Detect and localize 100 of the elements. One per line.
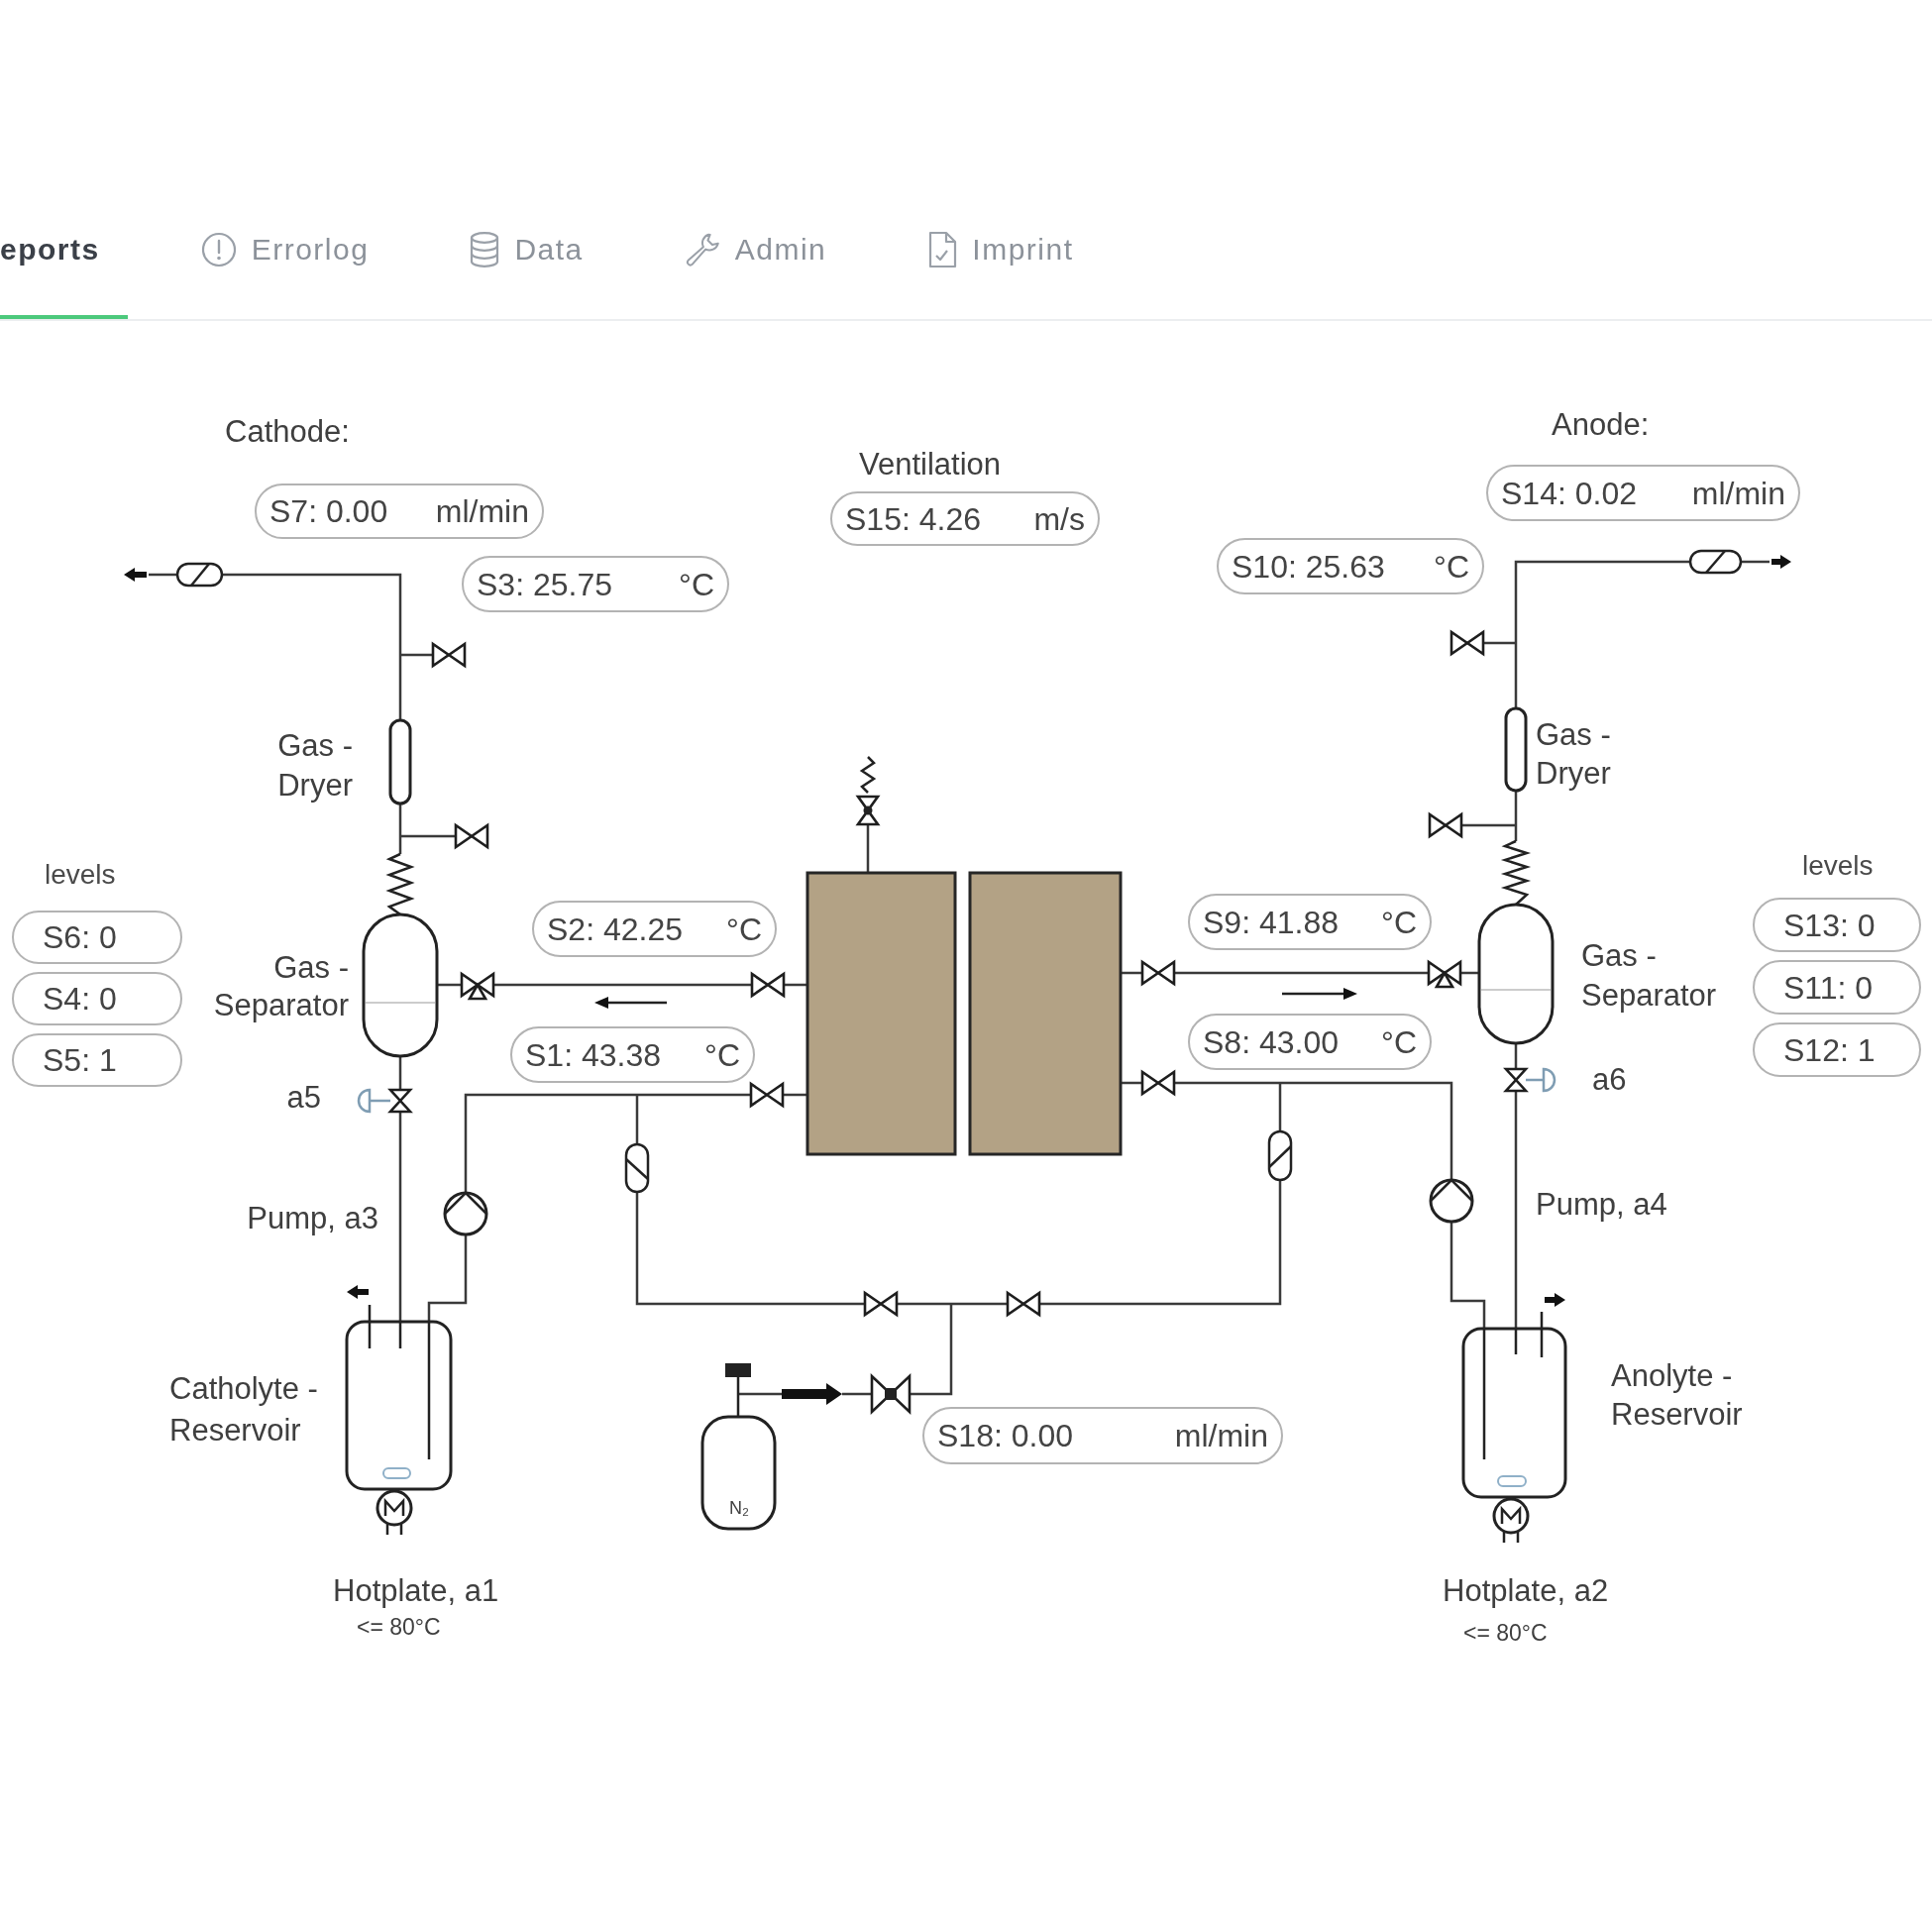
stir-bar-icon <box>382 1467 411 1479</box>
hotplate-icon <box>376 1489 413 1537</box>
flow-meter-icon <box>175 562 224 588</box>
arrow-icon <box>347 1285 369 1299</box>
pump-label: Pump, a3 <box>247 1201 378 1235</box>
gas-dryer-label: Gas - Dryer <box>1536 717 1611 791</box>
pump-label: Pump, a4 <box>1536 1187 1667 1222</box>
valve-label: a6 <box>1592 1062 1627 1097</box>
pipe <box>1741 560 1770 564</box>
unit-label: m/s <box>1033 500 1085 537</box>
sensor-value: S3: 25.75 <box>477 566 612 602</box>
actuated-valve-icon <box>1503 1067 1556 1093</box>
tab[interactable]: Errorlog <box>172 212 397 319</box>
unit-label: °C <box>1381 904 1417 940</box>
flow-arrow <box>782 1383 842 1405</box>
pipe <box>1460 971 1479 975</box>
sensor-value: S10: 25.63 <box>1232 548 1385 585</box>
valve-icon <box>1006 1290 1041 1318</box>
valve-icon <box>750 971 786 999</box>
coil-icon <box>385 852 415 915</box>
level-readout: S4: 0 <box>12 972 182 1025</box>
hotplate-icon <box>1492 1497 1530 1545</box>
tab[interactable]: Imprint <box>900 212 1102 319</box>
gas-separator-label: Gas - Separator <box>213 950 349 1022</box>
valve-icon <box>863 1290 899 1318</box>
control-valve-icon <box>870 1372 912 1416</box>
section-title: Anode: <box>1552 407 1650 442</box>
pipe <box>437 983 462 987</box>
pipe <box>738 1392 782 1396</box>
unit-label: °C <box>704 1036 740 1073</box>
exclamation-circle-icon <box>200 232 237 268</box>
stir-bar-icon <box>1497 1475 1527 1487</box>
gas-separator-label: Gas - Separator <box>1581 938 1717 1013</box>
level-readout: S13: 0 <box>1753 898 1921 952</box>
temperature-limit-label: <= 80°C <box>1463 1620 1548 1646</box>
flow-meter-icon <box>624 1142 650 1194</box>
level-readout: S12: 1 <box>1753 1022 1921 1077</box>
valve-icon <box>1140 959 1176 987</box>
unit-label: °C <box>726 911 762 947</box>
bottle-label: N₂ <box>729 1498 749 1518</box>
section-title: Ventilation <box>859 447 1002 482</box>
hotplate-label: Hotplate, a1 <box>333 1573 499 1608</box>
levels-title: levels <box>45 859 116 890</box>
pipe <box>1121 1081 1142 1085</box>
hotplate-label: Hotplate, a2 <box>1443 1573 1609 1608</box>
coil-icon <box>1500 839 1532 906</box>
pipe <box>149 573 177 577</box>
valve-icon <box>460 971 495 1001</box>
sensor-value: S1: 43.38 <box>525 1036 661 1073</box>
wrench-icon <box>684 232 720 268</box>
valve-label: a5 <box>286 1080 321 1115</box>
flow-meter-icon <box>1688 549 1743 575</box>
document-icon <box>927 231 958 268</box>
unit-label: °C <box>1434 548 1469 585</box>
valve-icon <box>749 1081 785 1109</box>
unit-label: ml/min <box>435 493 529 529</box>
level-readout: S11: 0 <box>1753 960 1921 1015</box>
valve-icon <box>431 641 467 669</box>
reservoir-label: Catholyte - Reservoir <box>169 1371 318 1448</box>
tab[interactable]: eports <box>0 212 128 319</box>
flow-meter-icon <box>1267 1129 1293 1182</box>
sensor-value: S18: 0.00 <box>937 1418 1073 1453</box>
tab[interactable]: Data <box>442 212 611 319</box>
database-icon <box>470 232 500 268</box>
levels-title: levels <box>1802 850 1874 881</box>
unit-label: °C <box>1381 1023 1417 1060</box>
sensor-value: S9: 41.88 <box>1203 904 1339 940</box>
valve-icon <box>454 822 489 850</box>
valve-icon <box>1449 629 1485 657</box>
unit-label: °C <box>679 566 714 602</box>
pipe <box>1121 971 1142 975</box>
sensor-value: S14: 0.02 <box>1501 475 1637 511</box>
tab[interactable]: Admin <box>656 212 855 319</box>
valve-icon <box>1428 811 1463 839</box>
temperature-limit-label: <= 80°C <box>357 1614 441 1640</box>
sensor-value: S7: 0.00 <box>269 493 388 529</box>
pipe <box>784 983 807 987</box>
sensor-value: S15: 4.26 <box>845 500 981 537</box>
pipe <box>398 1056 402 1090</box>
pipe <box>866 824 870 873</box>
level-readout: S6: 0 <box>12 911 182 964</box>
arrow-icon <box>1771 555 1791 569</box>
pipe <box>783 1093 807 1097</box>
valve-icon <box>1140 1069 1176 1097</box>
reservoir-label: Anolyte - Reservoir <box>1611 1358 1743 1432</box>
level-readout: S5: 1 <box>12 1033 182 1087</box>
pump-icon <box>443 1191 488 1236</box>
sensor-value: S8: 43.00 <box>1203 1023 1339 1060</box>
pump-icon <box>1429 1178 1474 1224</box>
unit-label: ml/min <box>1691 475 1785 511</box>
relief-valve-icon <box>855 756 881 826</box>
unit-label: ml/min <box>1174 1418 1268 1453</box>
actuated-valve-icon <box>357 1088 413 1114</box>
valve-icon <box>1427 959 1462 989</box>
pipe <box>842 1392 872 1396</box>
gas-dryer-label: Gas - Dryer <box>277 728 353 803</box>
arrow-icon <box>1545 1293 1565 1307</box>
pipe <box>1514 1043 1518 1069</box>
section-title: Cathode: <box>225 414 350 449</box>
arrow-icon <box>124 568 147 582</box>
